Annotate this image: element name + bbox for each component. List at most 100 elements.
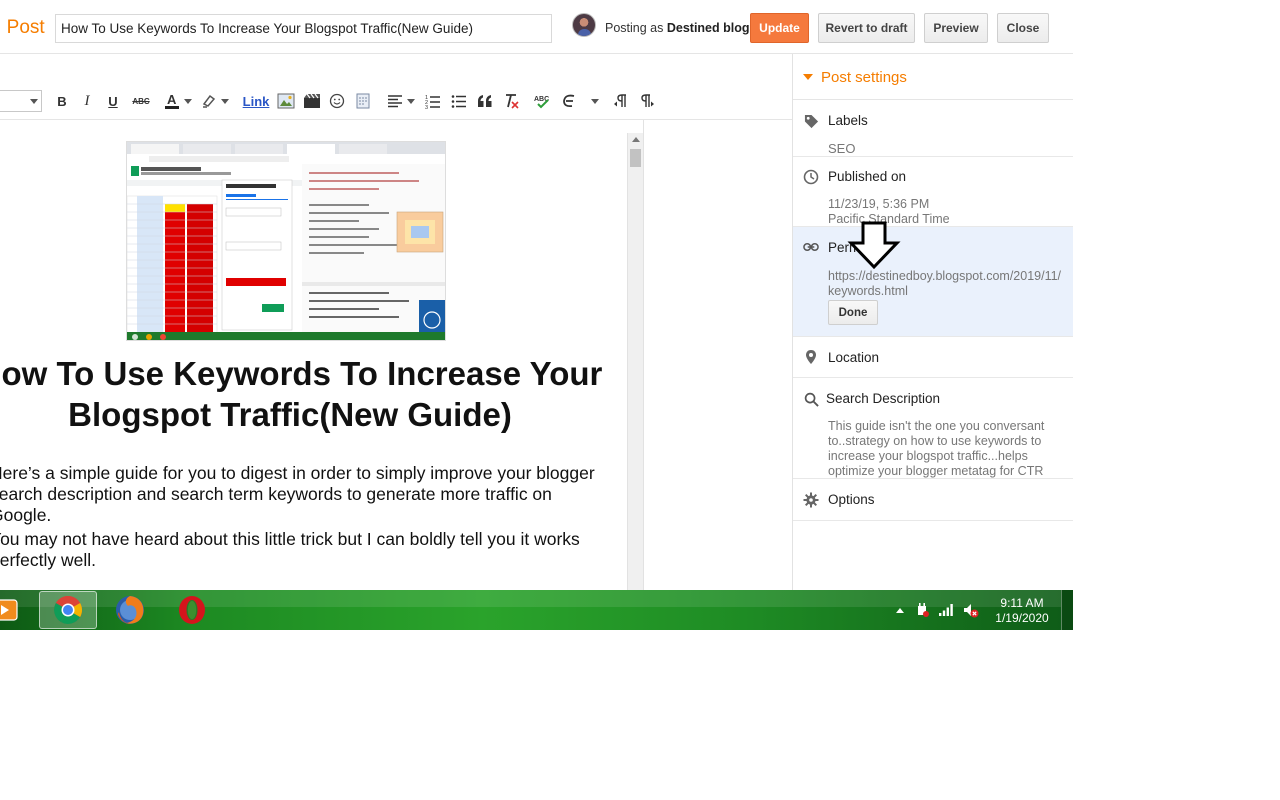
close-button[interactable]: Close (997, 13, 1049, 43)
font-size-select[interactable] (0, 90, 42, 112)
posting-as-prefix: Posting as (605, 21, 664, 35)
strikethrough-button[interactable]: ABC (131, 91, 151, 111)
scrollbar-thumb[interactable] (630, 149, 641, 167)
svg-text:3: 3 (425, 105, 428, 109)
italic-button[interactable]: I (81, 91, 93, 111)
location-title: Location (828, 350, 880, 365)
post-settings-panel: Post settings Labels SEO Published on 11… (792, 54, 1073, 590)
blogger-post-editor: ‹Post Posting as Destined blog Update Re… (0, 0, 1073, 630)
numbered-list-icon: 123 (425, 95, 440, 109)
left-to-right-button[interactable] (612, 91, 630, 111)
right-to-left-button[interactable] (638, 91, 656, 111)
clock-time: 9:11 AM (1000, 596, 1044, 610)
clear-format-icon (506, 94, 519, 109)
labels-value: SEO (828, 141, 856, 156)
opera-icon (179, 596, 205, 624)
posting-as-text: Posting as Destined blog (605, 21, 750, 35)
clock-icon (803, 169, 819, 185)
rtl-icon (641, 94, 654, 107)
gear-icon (803, 492, 819, 508)
align-icon (388, 95, 402, 108)
underline-button[interactable]: U (106, 91, 120, 111)
taskbar-chrome[interactable] (39, 591, 97, 629)
bold-button[interactable]: B (55, 91, 69, 111)
editor-scrollbar[interactable] (627, 133, 643, 590)
location-section[interactable]: Location (793, 337, 1073, 378)
post-settings-header[interactable]: Post settings (793, 54, 1073, 100)
media-player-icon (0, 599, 18, 621)
svg-text:A: A (167, 92, 177, 107)
power-tray-icon[interactable] (914, 602, 930, 618)
show-hidden-icons-button[interactable] (892, 602, 908, 618)
post-body-editor[interactable]: How To Use Keywords To Increase Your Blo… (0, 133, 627, 590)
back-to-posts-link[interactable]: ‹Post (0, 16, 45, 39)
remove-formatting-button[interactable] (502, 91, 520, 111)
signal-bars-icon (939, 604, 953, 616)
jump-break-icon (356, 93, 370, 109)
taskbar-firefox[interactable] (104, 591, 156, 629)
volume-muted-icon (964, 604, 979, 618)
system-tray: 9:11 AM 1/19/2020 (892, 590, 1062, 630)
permalink-section[interactable]: Permalink https://destinedboy.blogspot.c… (793, 221, 1073, 337)
volume-tray-icon[interactable] (963, 602, 979, 618)
search-description-section[interactable]: Search Description This guide isn't the … (793, 378, 1073, 479)
permalink-url[interactable]: https://destinedboy.blogspot.com/2019/11… (828, 269, 1063, 299)
post-title-input[interactable] (55, 14, 552, 43)
location-pin-icon (803, 349, 819, 365)
show-desktop-button[interactable] (1061, 590, 1073, 630)
chevron-down-icon (30, 99, 38, 104)
published-on-section[interactable]: Published on 11/23/19, 5:36 PM Pacific S… (793, 157, 1073, 227)
quote-button[interactable] (476, 91, 494, 111)
insert-emoji-button[interactable] (328, 91, 346, 111)
format-toolbar: B I U ABC A Link 123 ABC (0, 80, 792, 120)
arrow-down-cursor-icon (847, 221, 901, 270)
alignment-button[interactable] (386, 91, 416, 111)
spellcheck-icon: ABC (534, 96, 549, 109)
search-description-title: Search Description (826, 391, 941, 406)
avatar[interactable] (572, 13, 596, 37)
chevron-up-icon (896, 608, 904, 613)
chevron-left-icon: ‹ (0, 16, 1, 38)
scroll-up-icon[interactable] (632, 137, 640, 142)
label-tag-icon (803, 113, 819, 129)
taskbar-opera[interactable] (166, 591, 218, 629)
windows-taskbar: 9:11 AM 1/19/2020 (0, 590, 1073, 630)
input-tools-icon (563, 94, 575, 108)
network-tray-icon[interactable] (938, 602, 954, 618)
firefox-icon (116, 596, 144, 624)
search-description-value: This guide isn't the one you conversant … (828, 419, 1045, 478)
post-screenshot-image[interactable] (126, 141, 446, 341)
highlight-color-button[interactable] (200, 91, 230, 111)
labels-title: Labels (828, 113, 868, 128)
done-button[interactable]: Done (828, 300, 878, 325)
options-section[interactable]: Options (793, 479, 1073, 521)
post-paragraph: You may not have heard about this little… (0, 529, 580, 570)
insert-jump-break-button[interactable] (354, 91, 372, 111)
insert-image-button[interactable] (276, 91, 296, 111)
post-settings-title: Post settings (821, 69, 907, 86)
ltr-icon (614, 94, 626, 107)
editor-header: ‹Post Posting as Destined blog Update Re… (0, 0, 1073, 54)
input-tools-button[interactable] (560, 91, 600, 111)
bulleted-list-button[interactable] (450, 91, 468, 111)
options-title: Options (828, 492, 875, 507)
spellcheck-button[interactable]: ABC (533, 91, 551, 111)
blog-name: Destined blog (666, 21, 750, 35)
highlight-icon (202, 94, 216, 108)
link-button[interactable]: Link (243, 91, 270, 111)
taskbar-media-player[interactable] (0, 591, 24, 629)
labels-section[interactable]: Labels SEO (793, 101, 1073, 157)
preview-button[interactable]: Preview (924, 13, 988, 43)
post-heading: How To Use Keywords To Increase Your Blo… (0, 355, 603, 433)
revert-to-draft-button[interactable]: Revert to draft (818, 13, 915, 43)
text-color-button[interactable]: A (163, 91, 193, 111)
clock[interactable]: 9:11 AM 1/19/2020 (987, 596, 1057, 626)
back-label: Post (6, 17, 45, 38)
emoji-icon (329, 93, 345, 109)
numbered-list-button[interactable]: 123 (424, 91, 442, 111)
update-button[interactable]: Update (750, 13, 809, 43)
video-icon (304, 93, 320, 108)
image-icon (277, 93, 295, 109)
insert-video-button[interactable] (302, 91, 322, 111)
text-color-icon: A (165, 92, 179, 109)
